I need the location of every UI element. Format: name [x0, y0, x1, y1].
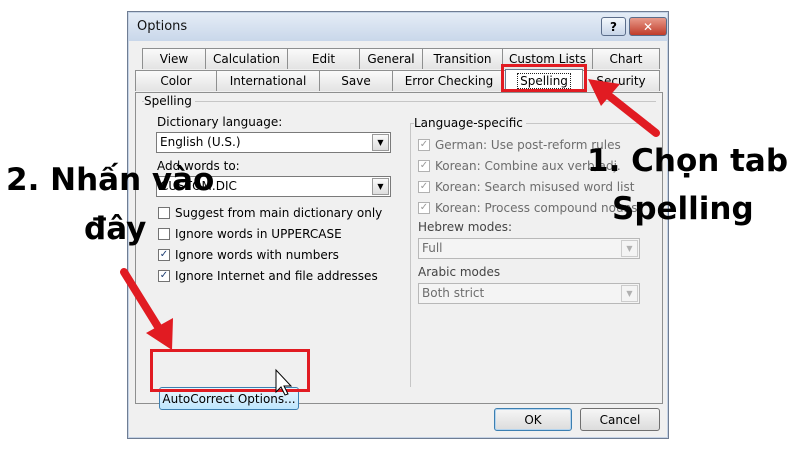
- annotation-step2-line2: đây: [84, 211, 147, 247]
- annotation-step2-line1: 2. Nhấn vào: [6, 162, 215, 198]
- annotation-step1-line1: 1. Chọn tab: [587, 143, 789, 179]
- annotation-step1-line2: Spelling: [612, 191, 754, 227]
